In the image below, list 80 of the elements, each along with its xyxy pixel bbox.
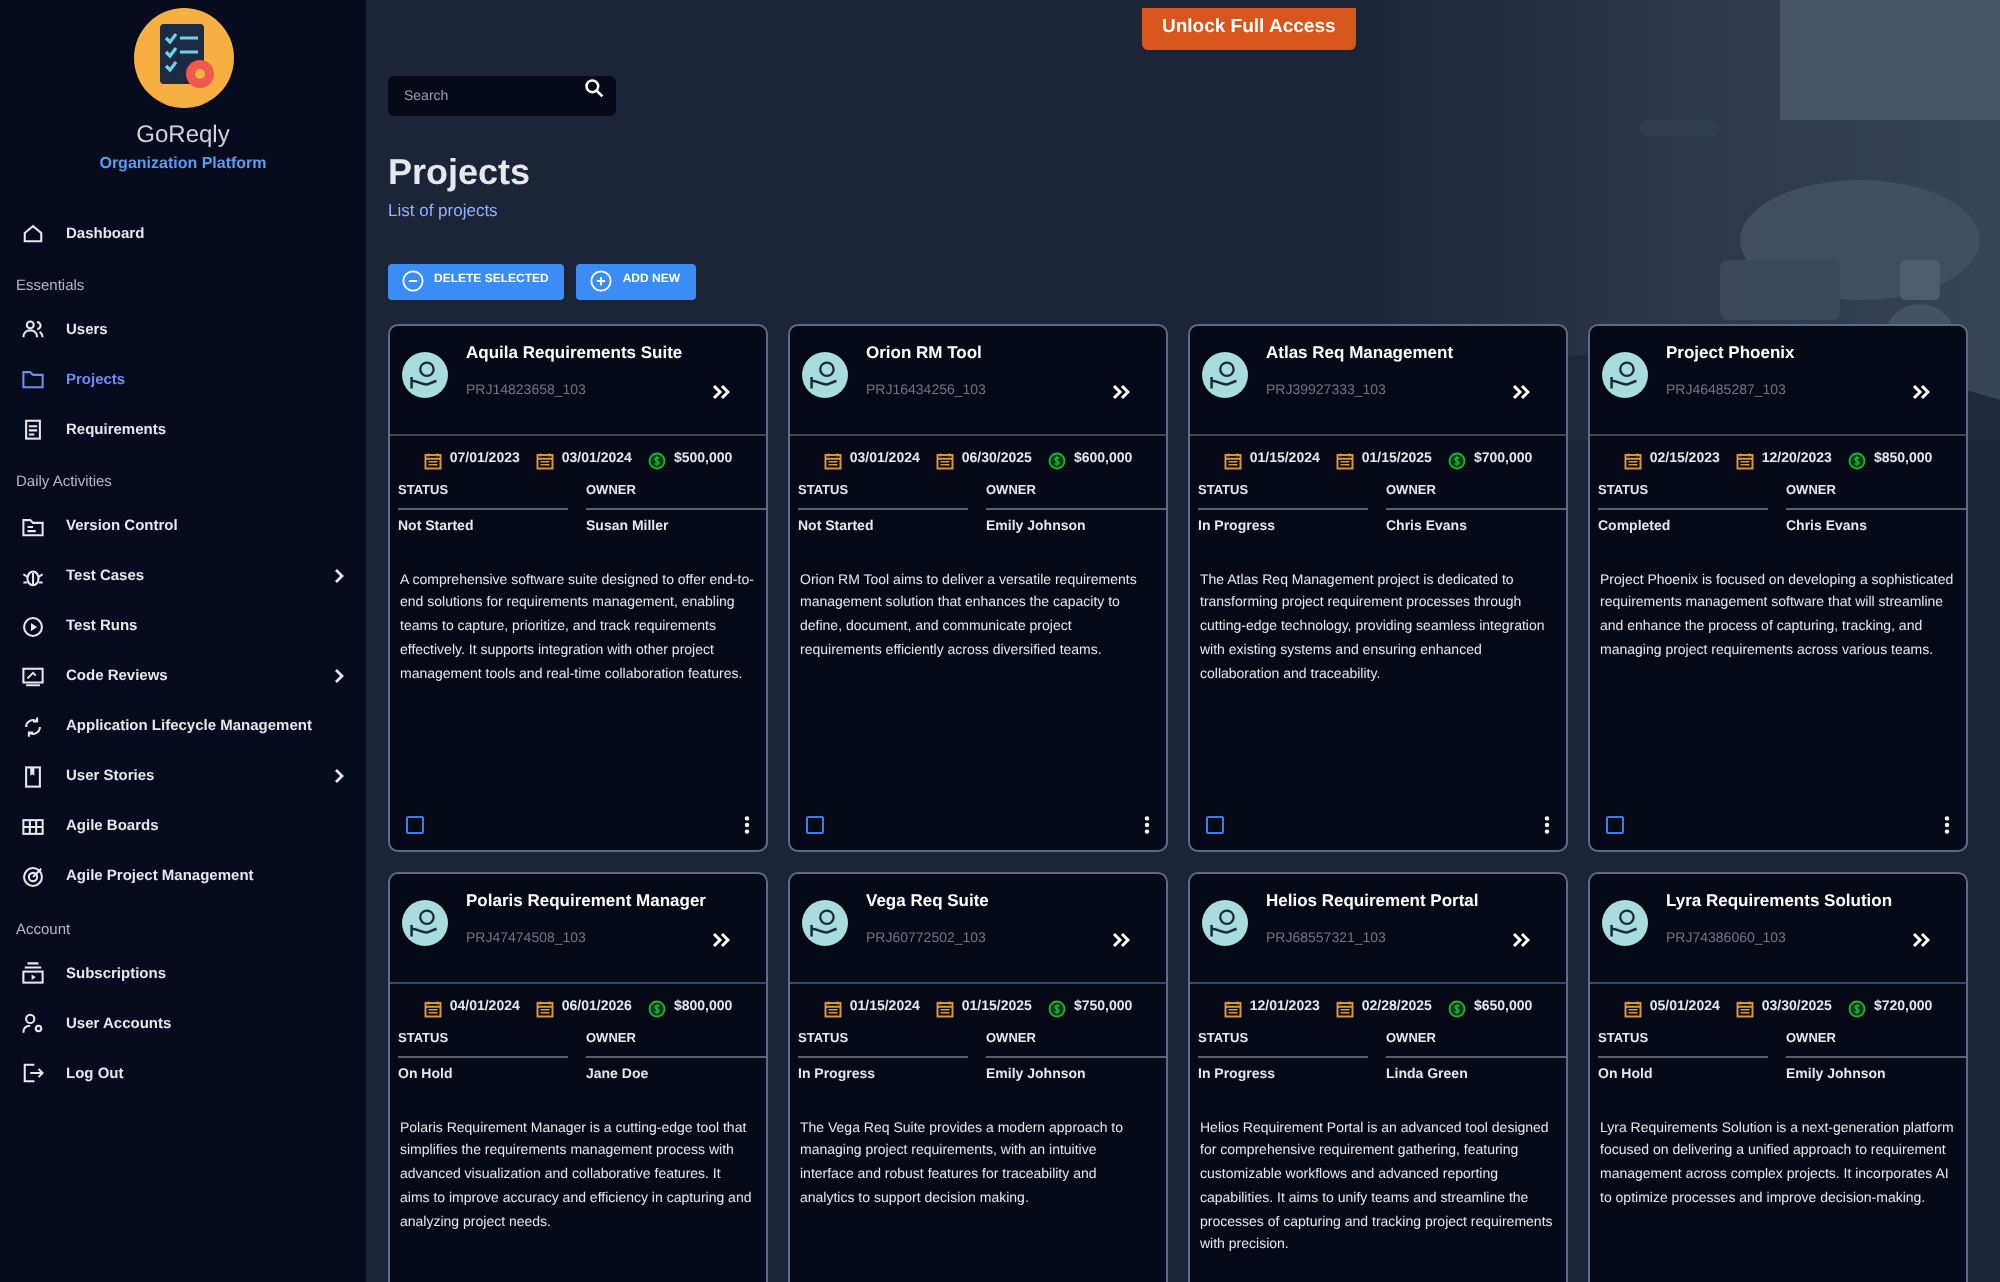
project-name: Polaris Requirement Manager (466, 887, 706, 914)
calendar-icon (535, 999, 554, 1018)
minus-circle-icon (402, 270, 424, 293)
book-icon (22, 765, 44, 787)
avatar-icon (1602, 351, 1648, 398)
avatar-icon (1202, 351, 1248, 398)
logout-icon (22, 1061, 44, 1084)
target-icon (22, 865, 44, 887)
checkbox[interactable] (406, 815, 424, 834)
double-chevron-icon[interactable] (1512, 383, 1530, 400)
app-subtitle: Organization Platform (99, 152, 267, 176)
calendar-icon (823, 451, 842, 470)
more-icon[interactable] (1944, 815, 1950, 834)
calendar-icon (1335, 999, 1354, 1018)
more-icon[interactable] (1544, 815, 1550, 834)
project-name: Vega Req Suite (866, 887, 989, 914)
project-name: Atlas Req Management (1266, 339, 1454, 366)
refresh-icon (22, 715, 44, 737)
avatar-icon (802, 899, 848, 946)
project-name: Helios Requirement Portal (1266, 887, 1479, 914)
dollar-icon (647, 999, 666, 1018)
project-name: Aquila Requirements Suite (466, 339, 683, 366)
dollar-icon (1847, 999, 1866, 1018)
folder-icon (22, 515, 44, 537)
calendar-icon (423, 999, 442, 1018)
avatar-icon (802, 351, 848, 398)
page-subtitle: List of projects (388, 198, 500, 224)
page-title: Projects (388, 151, 533, 195)
avatar-icon (1202, 899, 1248, 946)
bug-icon (22, 565, 44, 587)
calendar-icon (1735, 999, 1754, 1018)
unlock-button[interactable]: Unlock Full Access (1142, 7, 1356, 50)
calendar-icon (423, 451, 442, 470)
dollar-icon (1447, 999, 1466, 1018)
calendar-icon (1223, 999, 1242, 1018)
calendar-icon (1623, 999, 1642, 1018)
checkbox[interactable] (1606, 815, 1624, 834)
home-icon (22, 222, 44, 244)
avatar-icon (1602, 899, 1648, 946)
calendar-icon (1335, 451, 1354, 470)
play-icon (22, 615, 44, 637)
grid-icon (22, 815, 44, 837)
stack-icon (22, 961, 44, 984)
checkbox[interactable] (806, 815, 824, 834)
users-icon (22, 318, 44, 341)
plus-circle-icon (590, 270, 613, 293)
project-name: Orion RM Tool (866, 339, 984, 366)
logo-icon (133, 8, 233, 108)
project-name: Project Phoenix (1666, 339, 1795, 366)
checkbox[interactable] (1206, 815, 1224, 834)
double-chevron-icon[interactable] (1112, 931, 1130, 948)
double-chevron-icon[interactable] (1912, 931, 1930, 948)
dollar-icon (1847, 451, 1866, 470)
double-chevron-icon[interactable] (1512, 931, 1530, 948)
dollar-icon (647, 451, 666, 470)
avatar-icon (402, 351, 448, 398)
double-chevron-icon[interactable] (1912, 383, 1930, 400)
dollar-icon (1047, 999, 1066, 1018)
dollar-icon (1447, 451, 1466, 470)
more-icon[interactable] (744, 815, 750, 834)
double-chevron-icon[interactable] (1112, 383, 1130, 400)
calendar-icon (1735, 451, 1754, 470)
dollar-icon (1047, 451, 1066, 470)
monitor-icon (22, 665, 44, 687)
calendar-icon (1623, 451, 1642, 470)
calendar-icon (535, 451, 554, 470)
search-icon[interactable] (584, 77, 604, 98)
calendar-icon (823, 999, 842, 1018)
double-chevron-icon[interactable] (712, 931, 730, 948)
avatar-icon (402, 899, 448, 946)
double-chevron-icon[interactable] (712, 383, 730, 400)
calendar-icon (935, 451, 954, 470)
app-name: GoReqly (136, 118, 230, 152)
user-icon (22, 1011, 44, 1034)
more-icon[interactable] (1144, 815, 1150, 834)
project-name: Lyra Requirements Solution (1666, 887, 1893, 914)
calendar-icon (935, 999, 954, 1018)
clipboard-icon (22, 418, 44, 441)
calendar-icon (1223, 451, 1242, 470)
folder-icon (22, 368, 44, 391)
